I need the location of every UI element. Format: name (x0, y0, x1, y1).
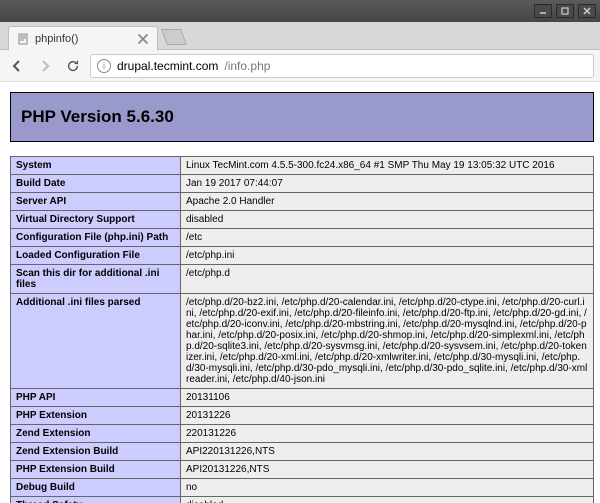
table-row: PHP API20131106 (11, 389, 594, 407)
config-key: PHP API (11, 389, 181, 407)
config-value: Apache 2.0 Handler (181, 193, 594, 211)
minimize-icon (539, 7, 547, 15)
phpinfo-table: SystemLinux TecMint.com 4.5.5-300.fc24.x… (10, 156, 594, 503)
table-row: PHP Extension20131226 (11, 407, 594, 425)
config-value: API20131226,NTS (181, 461, 594, 479)
tab-strip: phpinfo() (0, 22, 600, 50)
close-icon (583, 7, 591, 15)
tab-close-button[interactable] (137, 33, 149, 45)
config-value: /etc/php.ini (181, 247, 594, 265)
table-row: Debug Buildno (11, 479, 594, 497)
config-value: API220131226,NTS (181, 443, 594, 461)
config-value: Linux TecMint.com 4.5.5-300.fc24.x86_64 … (181, 157, 594, 175)
minimize-button[interactable] (534, 4, 552, 18)
config-value: /etc/php.d/20-bz2.ini, /etc/php.d/20-cal… (181, 294, 594, 389)
config-key: Build Date (11, 175, 181, 193)
config-value: 220131226 (181, 425, 594, 443)
table-row: Server APIApache 2.0 Handler (11, 193, 594, 211)
config-value: disabled (181, 497, 594, 503)
table-row: Thread Safetydisabled (11, 497, 594, 503)
config-value: 20131226 (181, 407, 594, 425)
config-key: Loaded Configuration File (11, 247, 181, 265)
forward-button[interactable] (34, 55, 56, 77)
config-value: no (181, 479, 594, 497)
window-titlebar (0, 0, 600, 22)
config-value: 20131106 (181, 389, 594, 407)
address-bar[interactable]: i drupal.tecmint.com/info.php (90, 54, 594, 78)
page-favicon (17, 33, 29, 45)
arrow-right-icon (37, 58, 53, 74)
table-row: Loaded Configuration File/etc/php.ini (11, 247, 594, 265)
reload-button[interactable] (62, 55, 84, 77)
php-version-title: PHP Version 5.6.30 (21, 107, 583, 127)
browser-toolbar: i drupal.tecmint.com/info.php (0, 50, 600, 82)
config-key: Zend Extension (11, 425, 181, 443)
config-key: Debug Build (11, 479, 181, 497)
url-path: /info.php (224, 59, 270, 73)
config-key: Scan this dir for additional .ini files (11, 265, 181, 294)
config-value: /etc (181, 229, 594, 247)
config-key: Configuration File (php.ini) Path (11, 229, 181, 247)
table-row: SystemLinux TecMint.com 4.5.5-300.fc24.x… (11, 157, 594, 175)
config-key: Additional .ini files parsed (11, 294, 181, 389)
table-row: Virtual Directory Supportdisabled (11, 211, 594, 229)
close-window-button[interactable] (578, 4, 596, 18)
table-row: Additional .ini files parsed/etc/php.d/2… (11, 294, 594, 389)
table-row: Configuration File (php.ini) Path/etc (11, 229, 594, 247)
config-key: Virtual Directory Support (11, 211, 181, 229)
maximize-button[interactable] (556, 4, 574, 18)
tab-title: phpinfo() (35, 33, 78, 45)
config-value: Jan 19 2017 07:44:07 (181, 175, 594, 193)
config-key: Server API (11, 193, 181, 211)
maximize-icon (561, 7, 569, 15)
table-row: Build DateJan 19 2017 07:44:07 (11, 175, 594, 193)
config-key: PHP Extension Build (11, 461, 181, 479)
arrow-left-icon (9, 58, 25, 74)
config-key: Thread Safety (11, 497, 181, 503)
config-value: disabled (181, 211, 594, 229)
config-key: System (11, 157, 181, 175)
browser-tab[interactable]: phpinfo() (8, 26, 158, 50)
table-row: Zend Extension BuildAPI220131226,NTS (11, 443, 594, 461)
url-host: drupal.tecmint.com (117, 59, 218, 73)
back-button[interactable] (6, 55, 28, 77)
config-key: Zend Extension Build (11, 443, 181, 461)
page-content: PHP Version 5.6.30 SystemLinux TecMint.c… (0, 82, 600, 503)
table-row: Scan this dir for additional .ini files/… (11, 265, 594, 294)
site-info-icon[interactable]: i (97, 59, 111, 73)
config-key: PHP Extension (11, 407, 181, 425)
new-tab-button[interactable] (161, 29, 187, 45)
phpinfo-header: PHP Version 5.6.30 (10, 92, 594, 142)
table-row: PHP Extension BuildAPI20131226,NTS (11, 461, 594, 479)
config-value: /etc/php.d (181, 265, 594, 294)
table-row: Zend Extension220131226 (11, 425, 594, 443)
reload-icon (66, 59, 80, 73)
close-icon (137, 33, 149, 45)
